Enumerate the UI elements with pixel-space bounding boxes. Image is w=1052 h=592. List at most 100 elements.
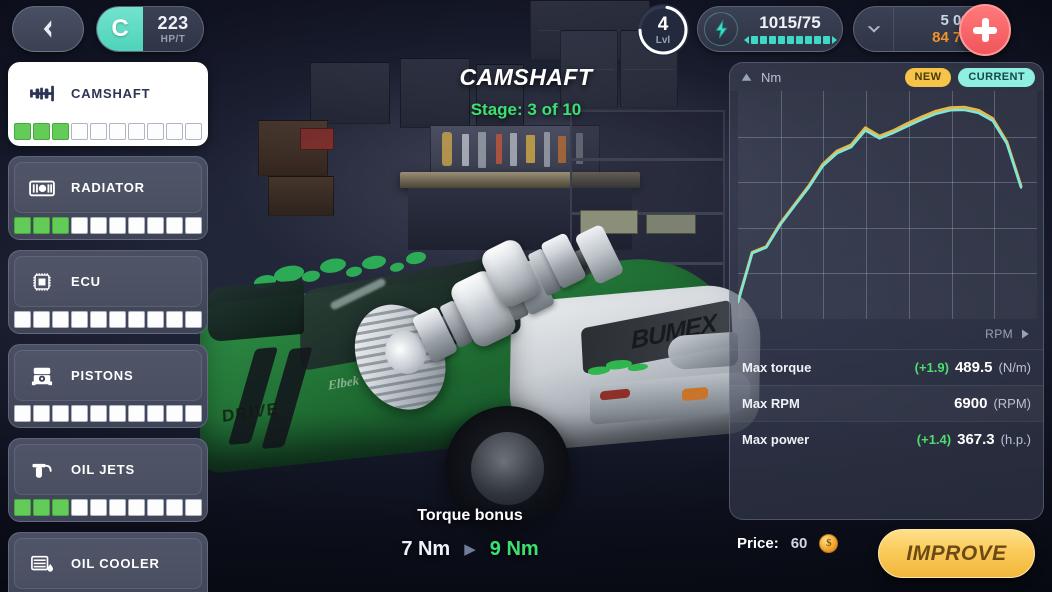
sidebar-item-radiator[interactable]: RADIATOR bbox=[8, 156, 208, 240]
progress-segment bbox=[90, 217, 107, 234]
progress-segment bbox=[52, 123, 69, 140]
part-card-header: RADIATOR bbox=[14, 162, 202, 213]
shelf-box bbox=[400, 58, 470, 128]
progress-segment bbox=[52, 405, 69, 422]
stats-list: Max torque (+1.9) 489.5 (N/m) Max RPM 6900 (RP… bbox=[730, 349, 1043, 457]
chart-y-unit: Nm bbox=[761, 69, 782, 85]
hp-per-ton-pill[interactable]: C 223 HP/T bbox=[96, 6, 204, 52]
add-currency-button[interactable] bbox=[959, 4, 1011, 56]
stat-values: 6900 (RPM) bbox=[954, 396, 1031, 411]
upgrade-progress-bar bbox=[14, 123, 202, 140]
stats-empty-area bbox=[730, 457, 1043, 511]
piston-icon bbox=[27, 363, 57, 389]
progress-segment bbox=[109, 405, 126, 422]
upgrade-progress-bar bbox=[14, 499, 202, 516]
gold-coin-icon: $ bbox=[819, 534, 839, 553]
arrow-right-icon: ▶ bbox=[464, 541, 476, 558]
improve-button[interactable]: IMPROVE bbox=[878, 529, 1035, 578]
triangle-right-icon bbox=[1022, 329, 1029, 339]
hp-per-ton-unit: HP/T bbox=[160, 33, 186, 45]
side-window bbox=[208, 279, 304, 343]
toolbox bbox=[300, 128, 334, 150]
torque-curve-svg bbox=[738, 91, 1037, 319]
stats-panel: Nm NEW CURRENT RPM Max torque (+1.9) 489.5… bbox=[729, 62, 1044, 520]
stat-name: Max torque bbox=[742, 360, 812, 375]
stat-value: 489.5 bbox=[954, 359, 993, 376]
sidebar-item-label: OIL COOLER bbox=[71, 556, 160, 571]
price-value: 60 bbox=[790, 535, 808, 552]
stat-row: Max RPM 6900 (RPM) bbox=[730, 385, 1043, 421]
stat-unit: (h.p.) bbox=[1000, 432, 1031, 447]
progress-segment bbox=[71, 217, 88, 234]
progress-segment bbox=[147, 217, 164, 234]
oil-cooler-icon bbox=[27, 551, 57, 577]
radiator-icon bbox=[27, 175, 57, 201]
progress-segment bbox=[14, 217, 31, 234]
progress-segment bbox=[166, 123, 183, 140]
grade-badge: C bbox=[97, 7, 143, 51]
legend-current-badge[interactable]: CURRENT bbox=[958, 67, 1035, 87]
progress-segment bbox=[147, 499, 164, 516]
progress-segment bbox=[185, 123, 202, 140]
progress-segment bbox=[147, 405, 164, 422]
progress-segment bbox=[128, 499, 145, 516]
sidebar-item-camshaft[interactable]: CAMSHAFT bbox=[8, 62, 208, 146]
top-bar: C 223 HP/T 4 Lvl 1015/75 5 096 84 747 bbox=[0, 0, 1052, 58]
torque-bonus-next: 9 Nm bbox=[489, 538, 539, 560]
progress-segment bbox=[147, 311, 164, 328]
sidebar-item-label: ECU bbox=[71, 274, 101, 289]
triangle-up-icon bbox=[741, 72, 752, 81]
progress-segment bbox=[52, 217, 69, 234]
upgrade-progress-bar bbox=[14, 405, 202, 422]
progress-segment bbox=[52, 311, 69, 328]
chevron-left-icon bbox=[43, 20, 52, 38]
progress-segment bbox=[33, 405, 50, 422]
chart-header: Nm NEW CURRENT bbox=[730, 63, 1043, 91]
level-badge[interactable]: 4 Lvl bbox=[637, 4, 689, 56]
sidebar-item-pistons[interactable]: PISTONS bbox=[8, 344, 208, 428]
part-card-header: OIL COOLER bbox=[14, 538, 202, 589]
tool bbox=[510, 133, 517, 166]
progress-segment bbox=[166, 217, 183, 234]
progress-segment bbox=[14, 311, 31, 328]
torque-bonus-label: Torque bonus bbox=[417, 507, 523, 524]
progress-segment bbox=[90, 405, 107, 422]
part-card-header: CAMSHAFT bbox=[14, 68, 202, 119]
progress-segment bbox=[109, 123, 126, 140]
stat-name: Max power bbox=[742, 432, 810, 447]
progress-segment bbox=[71, 123, 88, 140]
sidebar-item-oil-cooler[interactable]: OIL COOLER bbox=[8, 532, 208, 592]
price-block: Price: 60 $ bbox=[737, 534, 839, 553]
chart-x-label: RPM bbox=[985, 327, 1013, 341]
stat-row: Max torque (+1.9) 489.5 (N/m) bbox=[730, 349, 1043, 385]
stat-unit: (RPM) bbox=[993, 396, 1031, 411]
energy-values: 1015/75 bbox=[738, 14, 842, 44]
progress-segment bbox=[128, 405, 145, 422]
stat-unit: (N/m) bbox=[998, 360, 1032, 375]
chevron-down-icon bbox=[867, 26, 880, 33]
torque-chart bbox=[738, 91, 1037, 319]
progress-segment bbox=[71, 405, 88, 422]
progress-segment bbox=[128, 217, 145, 234]
progress-segment bbox=[14, 499, 31, 516]
chart-footer: RPM bbox=[730, 319, 1043, 349]
tool bbox=[558, 136, 566, 163]
camshaft-icon bbox=[27, 81, 57, 107]
stat-values: (+1.9) 489.5 (N/m) bbox=[915, 360, 1031, 375]
energy-pill[interactable]: 1015/75 bbox=[697, 6, 843, 52]
improve-button-label: IMPROVE bbox=[906, 542, 1007, 565]
sidebar-item-ecu[interactable]: ECU bbox=[8, 250, 208, 334]
progress-segment bbox=[90, 311, 107, 328]
sidebar-item-oil-jets[interactable]: OIL JETS bbox=[8, 438, 208, 522]
legend-new-badge[interactable]: NEW bbox=[904, 67, 952, 87]
progress-segment bbox=[52, 499, 69, 516]
tool bbox=[526, 135, 535, 163]
sidebar-item-label: RADIATOR bbox=[71, 180, 145, 195]
turn-signal bbox=[682, 386, 708, 402]
upgrade-progress-bar bbox=[14, 311, 202, 328]
currency-expand-button[interactable] bbox=[854, 7, 894, 51]
tool bbox=[462, 134, 469, 166]
tool bbox=[478, 132, 486, 168]
progress-segment bbox=[166, 311, 183, 328]
back-button[interactable] bbox=[12, 6, 84, 52]
